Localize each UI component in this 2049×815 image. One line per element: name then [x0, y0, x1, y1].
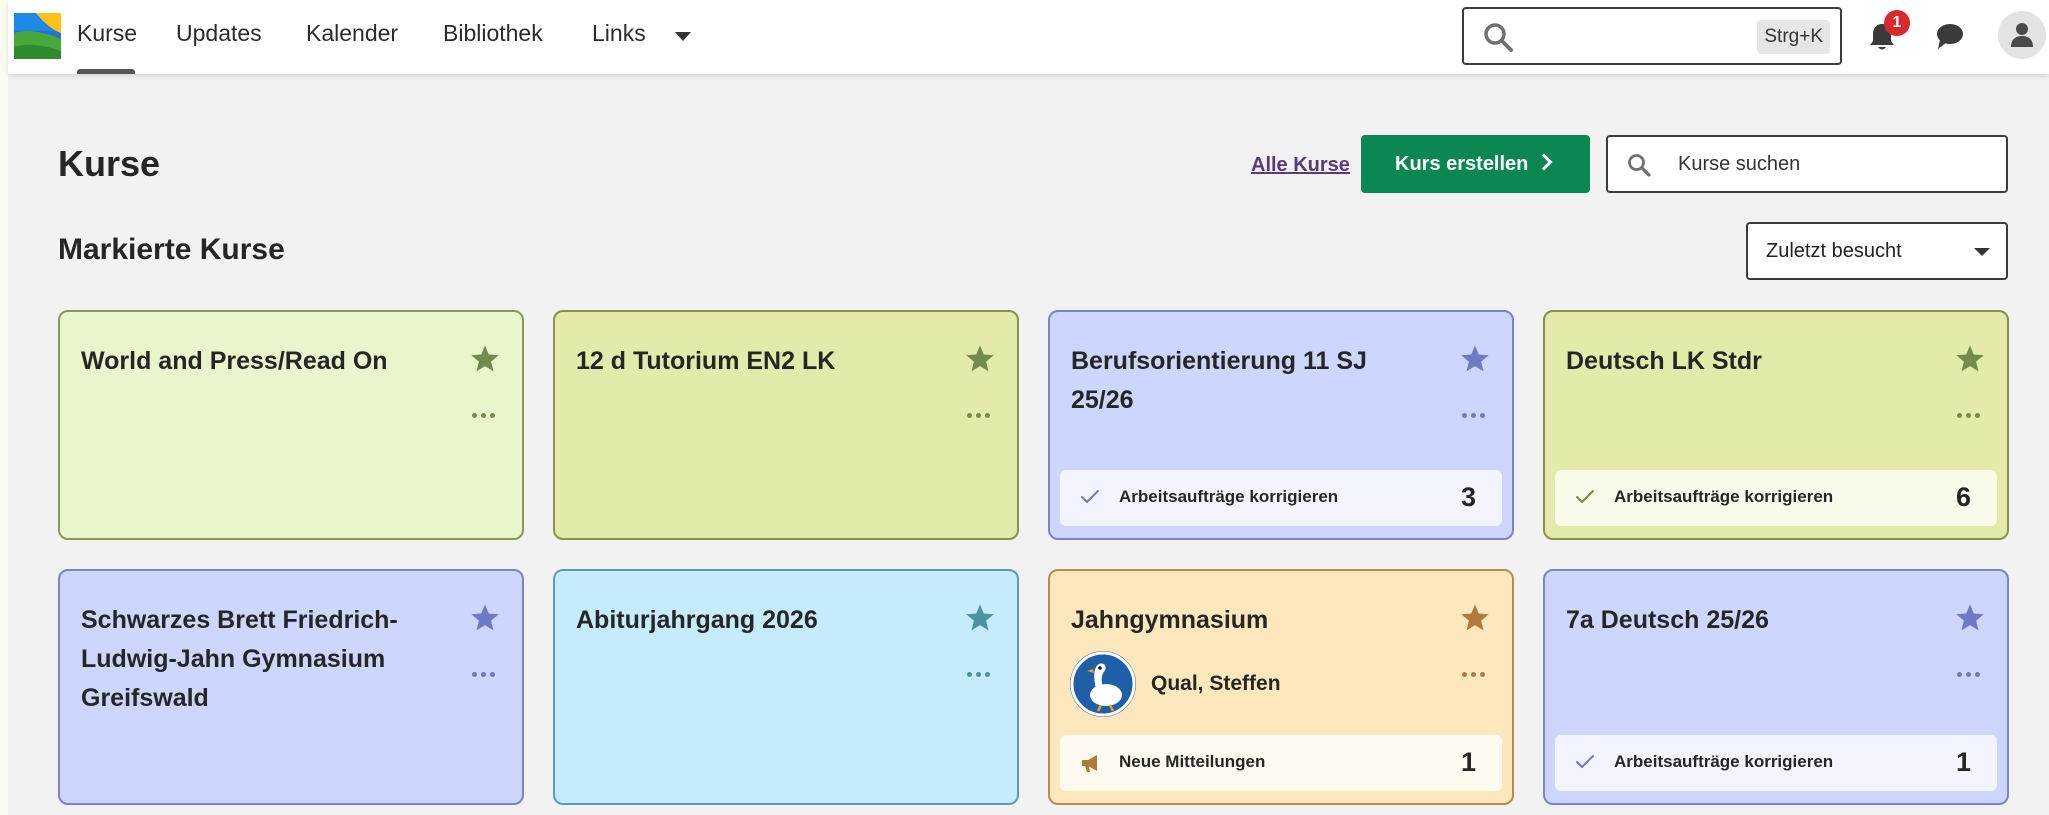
course-card[interactable]: 12 d Tutorium EN2 LK [553, 310, 1019, 540]
course-search[interactable] [1606, 135, 2008, 193]
nav-item-updates[interactable]: Updates [176, 20, 262, 47]
star-icon[interactable] [470, 344, 500, 373]
star-icon[interactable] [1460, 344, 1490, 373]
todo-panel[interactable]: Arbeitsaufträge korrigieren 1 [1555, 735, 1997, 791]
course-card[interactable]: World and Press/Read On [58, 310, 524, 540]
app-root: Kurse Updates Kalender Bibliothek Links … [8, 0, 2049, 815]
nav-item-kurse[interactable]: Kurse [77, 20, 137, 47]
more-options-icon[interactable] [967, 413, 991, 419]
create-course-button[interactable]: Kurs erstellen [1361, 135, 1590, 193]
star-icon[interactable] [965, 344, 995, 373]
megaphone-icon [1082, 755, 1097, 772]
todo-label: Arbeitsaufträge korrigieren [1614, 487, 1834, 506]
chevron-down-icon [1974, 248, 1990, 256]
course-title: World and Press/Read On [81, 347, 388, 375]
course-card[interactable]: 7a Deutsch 25/26 Arbeitsaufträge korrigi… [1543, 569, 2009, 805]
nav-item-links[interactable]: Links [592, 20, 646, 47]
todo-label: Arbeitsaufträge korrigieren [1119, 487, 1339, 506]
todo-count: 6 [1955, 482, 1971, 512]
search-icon [1628, 154, 1651, 177]
more-options-icon[interactable] [472, 672, 496, 678]
course-title: Schwarzes Brett Friedrich-Ludwig-Jahn Gy… [81, 606, 398, 712]
more-options-icon[interactable] [1462, 413, 1486, 419]
user-avatar[interactable] [1998, 11, 2046, 59]
todo-panel[interactable]: Neue Mitteilungen 1 [1060, 735, 1502, 791]
chevron-right-icon [1535, 153, 1553, 171]
app-logo[interactable] [14, 13, 61, 59]
global-search[interactable]: Strg+K [1462, 7, 1842, 65]
check-icon [1576, 755, 1594, 768]
nav-item-bibliothek[interactable]: Bibliothek [443, 20, 543, 47]
todo-count: 1 [1460, 747, 1476, 777]
course-title: Berufsorientierung 11 SJ 25/26 [1071, 347, 1367, 414]
global-search-input[interactable] [1524, 19, 1744, 53]
section-title: Markierte Kurse [58, 233, 285, 266]
sort-select-value: Zuletzt besucht [1766, 240, 1902, 262]
course-card[interactable]: Schwarzes Brett Friedrich-Ludwig-Jahn Gy… [58, 569, 524, 805]
course-card[interactable]: Abiturjahrgang 2026 [553, 569, 1019, 805]
more-options-icon[interactable] [1462, 672, 1486, 678]
star-icon[interactable] [1955, 603, 1985, 632]
more-options-icon[interactable] [472, 413, 496, 419]
course-search-input[interactable] [1678, 149, 1978, 179]
star-icon[interactable] [1955, 344, 1985, 373]
create-course-label: Kurs erstellen [1395, 153, 1529, 175]
todo-count: 3 [1460, 482, 1476, 512]
course-title: Deutsch LK Stdr [1566, 347, 1762, 375]
top-navigation: Kurse Updates Kalender Bibliothek Links … [8, 0, 2049, 74]
more-options-icon[interactable] [967, 672, 991, 678]
course-title: Jahngymnasium [1071, 606, 1269, 634]
chevron-down-icon[interactable] [675, 32, 691, 41]
course-card[interactable]: Deutsch LK Stdr Arbeitsaufträge korrigie… [1543, 310, 2009, 540]
todo-label: Arbeitsaufträge korrigieren [1614, 752, 1834, 771]
chat-icon[interactable] [1935, 22, 1965, 50]
search-icon [1484, 23, 1513, 52]
todo-panel[interactable]: Arbeitsaufträge korrigieren 6 [1555, 470, 1997, 526]
star-icon[interactable] [965, 603, 995, 632]
course-title: Abiturjahrgang 2026 [576, 606, 818, 634]
all-courses-link[interactable]: Alle Kurse [1251, 154, 1350, 177]
more-options-icon[interactable] [1957, 672, 1981, 678]
course-card[interactable]: Berufsorientierung 11 SJ 25/26 Arbeitsau… [1048, 310, 1514, 540]
star-icon[interactable] [470, 603, 500, 632]
check-icon [1081, 490, 1099, 503]
teacher-avatar [1070, 651, 1136, 717]
search-shortcut-hint: Strg+K [1757, 20, 1830, 54]
course-title: 12 d Tutorium EN2 LK [576, 347, 836, 375]
sort-select[interactable]: Zuletzt besucht [1746, 222, 2008, 280]
todo-label: Neue Mitteilungen [1119, 752, 1266, 771]
page-title: Kurse [58, 143, 161, 184]
active-nav-indicator [77, 69, 135, 74]
goose-icon [1070, 651, 1136, 717]
nav-item-kalender[interactable]: Kalender [306, 20, 398, 47]
star-icon[interactable] [1460, 603, 1490, 632]
more-options-icon[interactable] [1957, 413, 1981, 419]
course-card[interactable]: Jahngymnasium Qual, Steffen Neue Mitteil… [1048, 569, 1514, 805]
todo-panel[interactable]: Arbeitsaufträge korrigieren 3 [1060, 470, 1502, 526]
user-icon [2011, 23, 2033, 47]
todo-count: 1 [1955, 747, 1971, 777]
teacher-name: Qual, Steffen [1151, 672, 1281, 695]
notification-badge: 1 [1884, 10, 1910, 36]
check-icon [1576, 490, 1594, 503]
course-title: 7a Deutsch 25/26 [1566, 606, 1769, 634]
